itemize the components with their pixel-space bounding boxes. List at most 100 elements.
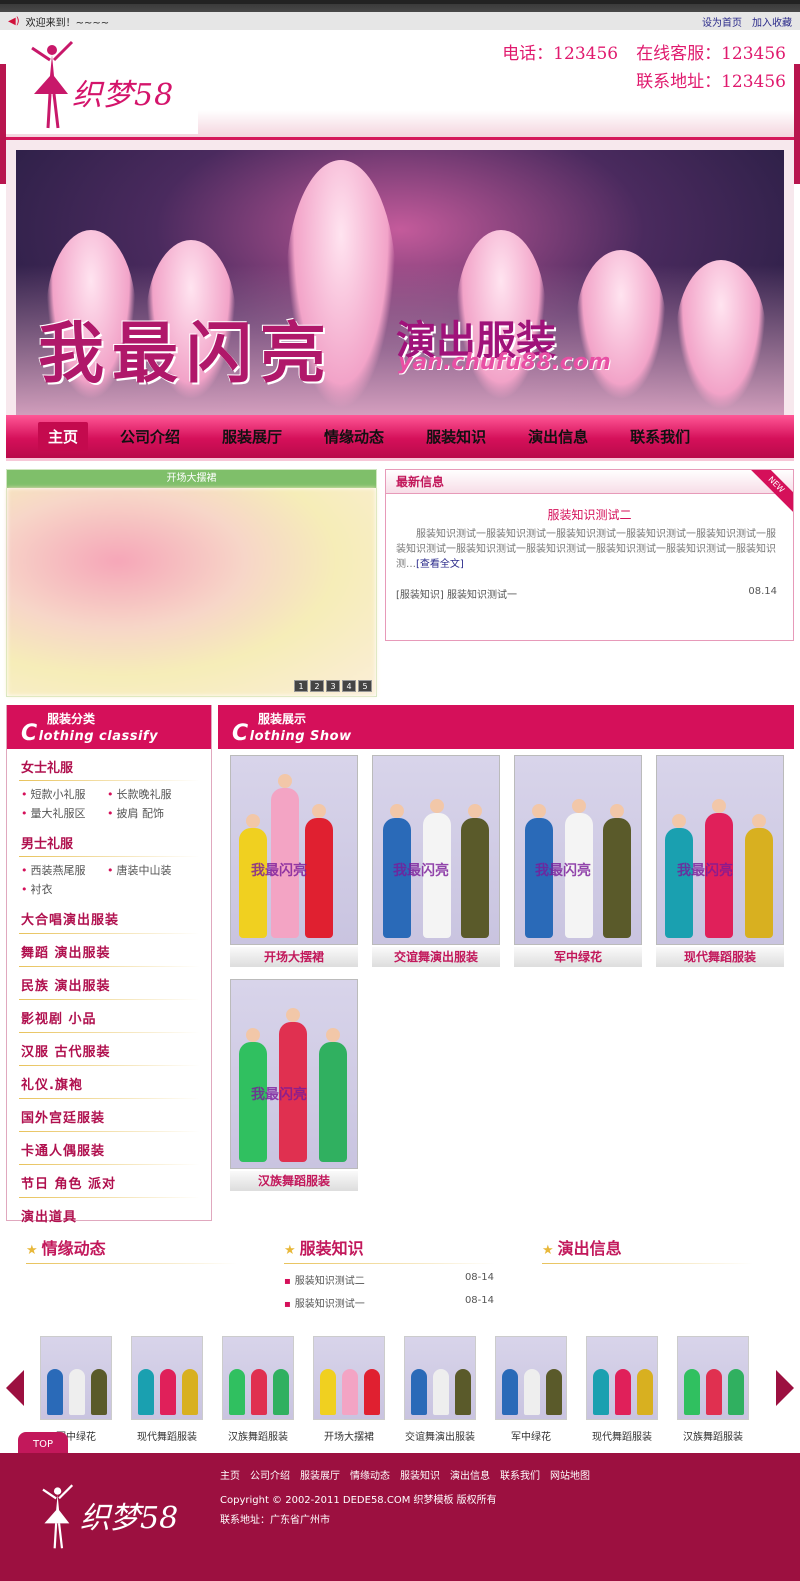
site-logo[interactable]: 织梦58: [6, 30, 198, 134]
nav-item-home[interactable]: 主页: [38, 422, 89, 451]
scroller-label[interactable]: 汉族舞蹈服装: [222, 1420, 294, 1443]
product-card[interactable]: 我最闪亮 汉族舞蹈服装: [230, 979, 358, 1191]
scroller-item[interactable]: 汉族舞蹈服装: [222, 1336, 294, 1443]
latest-featured-title[interactable]: 服装知识测试二: [386, 506, 793, 523]
scroller-image[interactable]: [586, 1336, 658, 1420]
product-image[interactable]: 我最闪亮: [372, 755, 500, 945]
product-card[interactable]: 我最闪亮 开场大摆裙: [230, 755, 358, 967]
column-news: ★ 情缘动态: [26, 1235, 284, 1310]
scroller-item[interactable]: 现代舞蹈服装: [131, 1336, 203, 1443]
scroller-label[interactable]: 现代舞蹈服装: [131, 1420, 203, 1443]
product-card[interactable]: 我最闪亮 交谊舞演出服装: [372, 755, 500, 967]
slider-image[interactable]: [7, 488, 376, 696]
column-heading[interactable]: ★ 演出信息: [542, 1235, 752, 1264]
footer-link[interactable]: 网站地图: [550, 1467, 590, 1482]
subcategory-item[interactable]: 披肩 配饰: [107, 804, 193, 823]
footer-link[interactable]: 服装展厅: [300, 1467, 340, 1482]
category-link[interactable]: 国外宫廷服装: [19, 1099, 199, 1132]
subcategory-item[interactable]: 长款晚礼服: [107, 785, 193, 804]
category-link[interactable]: 民族 演出服装: [19, 967, 199, 1000]
subcategory-item[interactable]: 短款小礼服: [21, 785, 107, 804]
category-link[interactable]: 汉服 古代服装: [19, 1033, 199, 1066]
column-heading[interactable]: ★ 服装知识: [284, 1235, 494, 1264]
scroller-item[interactable]: 现代舞蹈服装: [586, 1336, 658, 1443]
product-image[interactable]: 我最闪亮: [514, 755, 642, 945]
scroller-item[interactable]: 交谊舞演出服装: [404, 1336, 476, 1443]
latest-item-title[interactable]: [服装知识] 服装知识测试一: [396, 586, 517, 601]
scroll-right-arrow-icon[interactable]: [776, 1370, 794, 1406]
scroller-label[interactable]: 现代舞蹈服装: [586, 1420, 658, 1443]
footer-link[interactable]: 情缘动态: [350, 1467, 390, 1482]
slider-page-button[interactable]: 4: [342, 680, 356, 692]
product-label[interactable]: 交谊舞演出服装: [372, 947, 500, 967]
category-link[interactable]: 影视剧 小品: [19, 1000, 199, 1033]
footer-link[interactable]: 演出信息: [450, 1467, 490, 1482]
scroller-image[interactable]: [313, 1336, 385, 1420]
nav-item-showroom[interactable]: 服装展厅: [212, 422, 292, 451]
category-link[interactable]: 卡通人偶服装: [19, 1132, 199, 1165]
product-label[interactable]: 开场大摆裙: [230, 947, 358, 967]
scroll-left-arrow-icon[interactable]: [6, 1370, 24, 1406]
category-link[interactable]: 礼仪.旗袍: [19, 1066, 199, 1099]
set-home-link[interactable]: 设为首页: [702, 14, 742, 29]
list-item-title[interactable]: 服装知识测试一: [284, 1295, 365, 1310]
product-grid: 我最闪亮 开场大摆裙 我最闪亮 交谊舞演出服装 我最闪亮 军中绿花 我最闪亮 现…: [218, 755, 794, 1191]
product-image[interactable]: 我最闪亮: [230, 979, 358, 1169]
product-image[interactable]: 我最闪亮: [230, 755, 358, 945]
category-women[interactable]: 女士礼服: [19, 749, 199, 781]
product-label[interactable]: 现代舞蹈服装: [656, 947, 784, 967]
subcategory-item[interactable]: 衬衣: [21, 880, 107, 899]
scroller-label[interactable]: 军中绿花: [495, 1420, 567, 1443]
product-card[interactable]: 我最闪亮 军中绿花: [514, 755, 642, 967]
nav-item-performance[interactable]: 演出信息: [518, 422, 598, 451]
list-item[interactable]: 服装知识测试一 08-14: [284, 1287, 494, 1310]
nav-item-contact[interactable]: 联系我们: [620, 422, 700, 451]
list-item-title[interactable]: 服装知识测试二: [284, 1272, 365, 1287]
showcase-heading: 服装展示 Clothing Show: [218, 705, 794, 749]
column-heading[interactable]: ★ 情缘动态: [26, 1235, 236, 1264]
footer-link[interactable]: 联系我们: [500, 1467, 540, 1482]
add-favorite-link[interactable]: 加入收藏: [752, 14, 792, 29]
scroller-image[interactable]: [677, 1336, 749, 1420]
scroller-image[interactable]: [222, 1336, 294, 1420]
product-image[interactable]: 我最闪亮: [656, 755, 784, 945]
footer-link[interactable]: 服装知识: [400, 1467, 440, 1482]
address-text: 联系地址：123456: [636, 72, 786, 92]
scroller-image[interactable]: [404, 1336, 476, 1420]
product-label[interactable]: 汉族舞蹈服装: [230, 1171, 358, 1191]
image-slider[interactable]: 开场大摆裙 1 2 3 4 5: [6, 469, 377, 697]
category-men[interactable]: 男士礼服: [19, 825, 199, 857]
scroller-image[interactable]: [40, 1336, 112, 1420]
back-to-top-button[interactable]: TOP: [18, 1432, 68, 1454]
scroller-item[interactable]: 军中绿花: [495, 1336, 567, 1443]
subcategory-item[interactable]: 唐装中山装: [107, 861, 193, 880]
footer-link[interactable]: 公司介绍: [250, 1467, 290, 1482]
nav-item-news[interactable]: 情缘动态: [314, 422, 394, 451]
scroller-image[interactable]: [131, 1336, 203, 1420]
scroller-label[interactable]: 汉族舞蹈服装: [677, 1420, 749, 1443]
scroller-label[interactable]: 交谊舞演出服装: [404, 1420, 476, 1443]
slider-page-button[interactable]: 2: [310, 680, 324, 692]
nav-item-knowledge[interactable]: 服装知识: [416, 422, 496, 451]
slider-page-button[interactable]: 1: [294, 680, 308, 692]
footer-link[interactable]: 主页: [220, 1467, 240, 1482]
scroller-item[interactable]: 汉族舞蹈服装: [677, 1336, 749, 1443]
product-card[interactable]: 我最闪亮 现代舞蹈服装: [656, 755, 784, 967]
list-item[interactable]: 服装知识测试二 08-14: [284, 1264, 494, 1287]
category-link[interactable]: 舞蹈 演出服装: [19, 934, 199, 967]
slider-page-button[interactable]: 3: [326, 680, 340, 692]
nav-item-about[interactable]: 公司介绍: [110, 422, 190, 451]
subcategory-item[interactable]: 西装燕尾服: [21, 861, 107, 880]
latest-list-item[interactable]: [服装知识] 服装知识测试一 08.14: [386, 572, 793, 601]
product-label[interactable]: 军中绿花: [514, 947, 642, 967]
slider-page-button[interactable]: 5: [358, 680, 372, 692]
scroller-item[interactable]: 开场大摆裙: [313, 1336, 385, 1443]
scroller-item[interactable]: 军中绿花: [40, 1336, 112, 1443]
read-more-link[interactable]: [查看全文]: [416, 559, 464, 570]
category-link[interactable]: 大合唱演出服装: [19, 901, 199, 934]
category-link[interactable]: 演出道具: [19, 1198, 199, 1230]
category-link[interactable]: 节日 角色 派对: [19, 1165, 199, 1198]
subcategory-item[interactable]: 量大礼服区: [21, 804, 107, 823]
scroller-image[interactable]: [495, 1336, 567, 1420]
scroller-label[interactable]: 开场大摆裙: [313, 1420, 385, 1443]
